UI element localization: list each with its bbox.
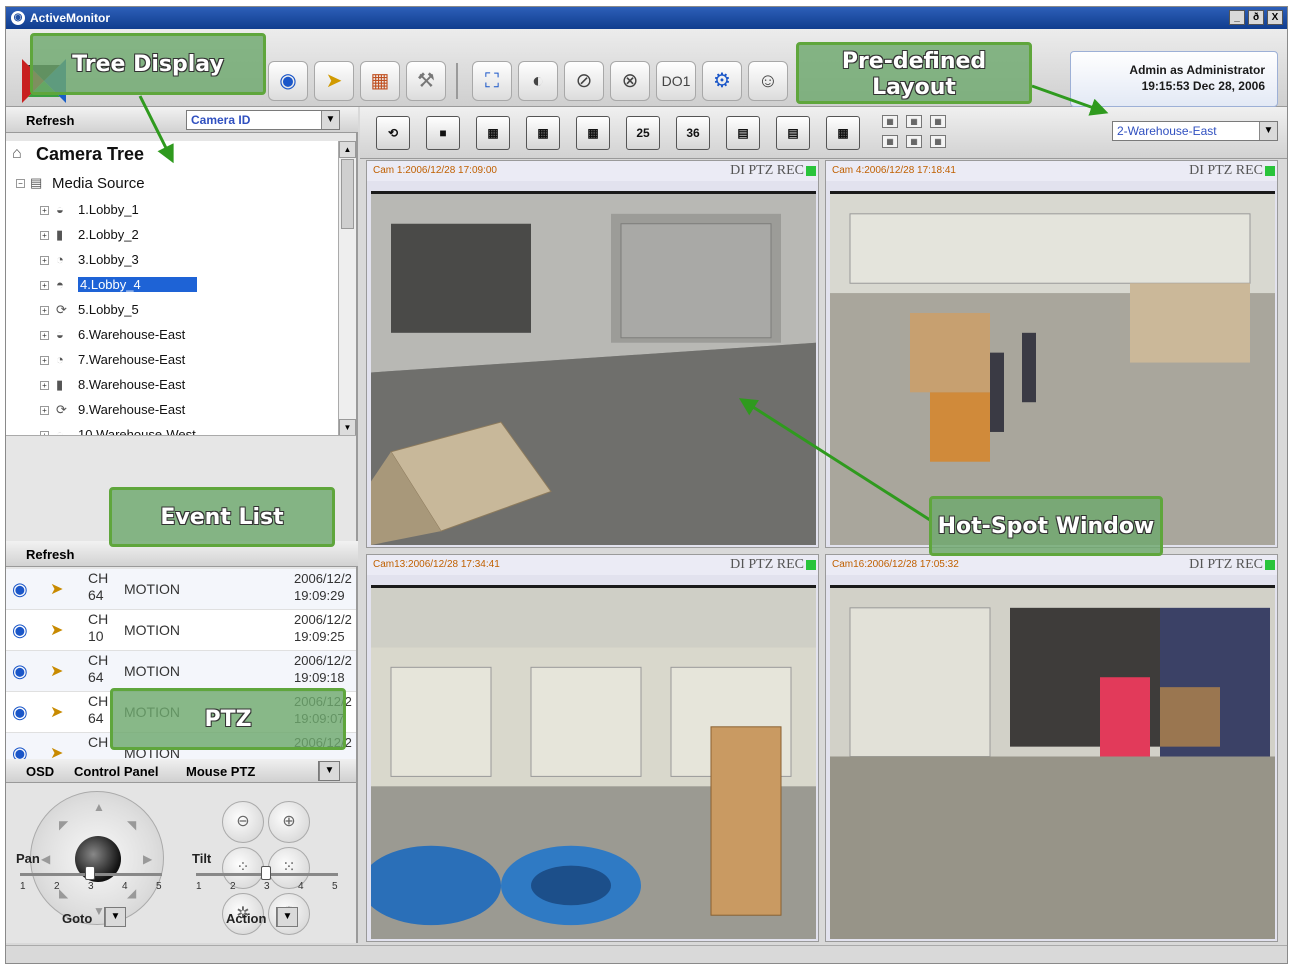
- hot-spot-window-callout: Hot-Spot Window: [929, 496, 1163, 556]
- predefined-layout-callout: Pre-defined Layout: [796, 42, 1032, 104]
- layout-callout-arrow: [1031, 84, 1109, 116]
- tree-display-callout: Tree Display: [30, 33, 266, 95]
- event-list-callout: Event List: [109, 487, 335, 547]
- predefined-layout-line1: Pre-defined: [841, 49, 987, 74]
- hotspot-callout-arrow: [738, 398, 931, 522]
- tree-callout-arrow: [138, 95, 174, 164]
- predefined-layout-line2: Layout: [872, 75, 956, 100]
- callout-arrows: [138, 84, 1109, 522]
- ptz-callout: PTZ: [110, 688, 346, 750]
